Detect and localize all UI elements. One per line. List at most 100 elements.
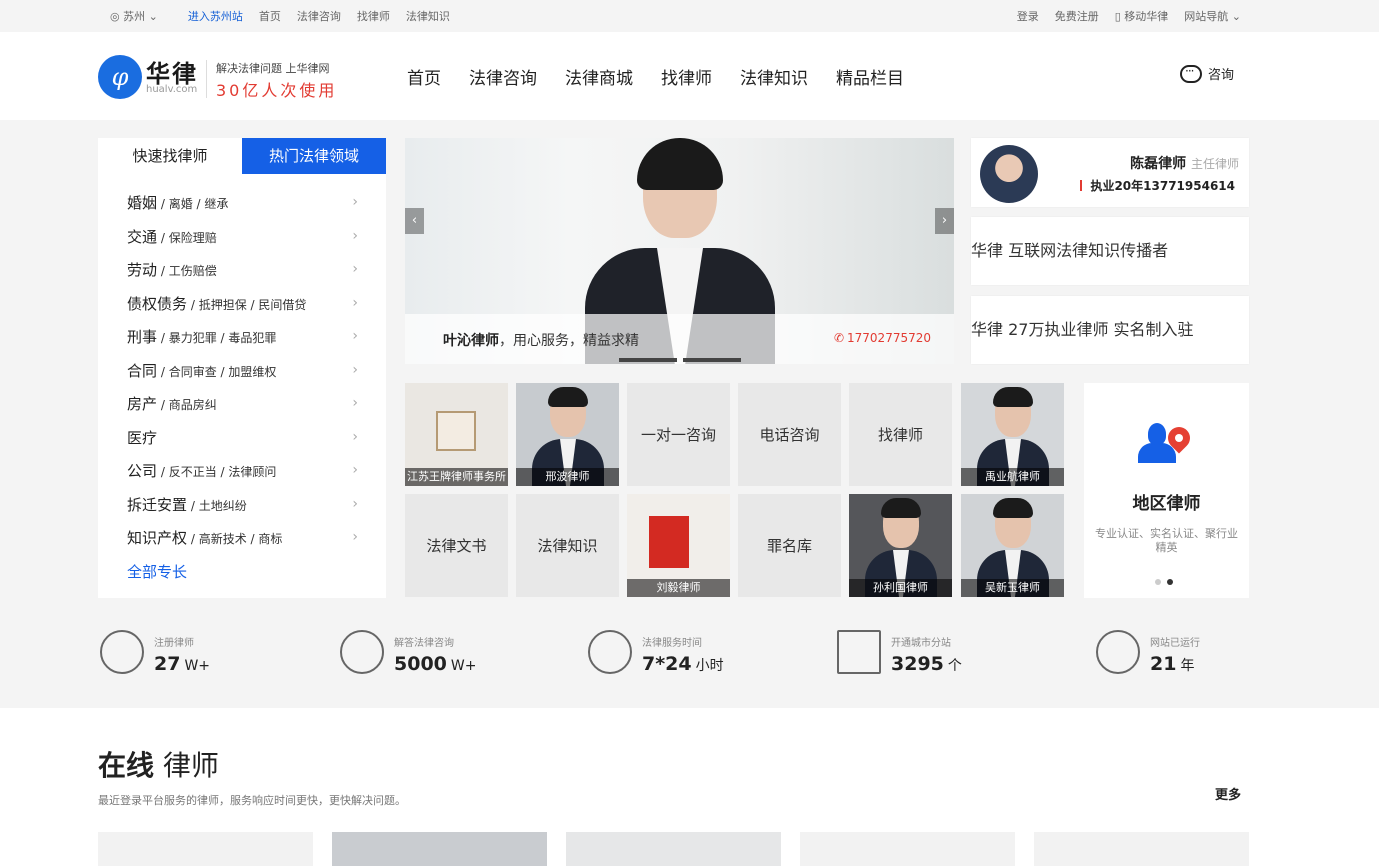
banner-indicators (619, 358, 741, 362)
category-main: 合同 (127, 361, 158, 380)
category-sub: / 商品房纠 (157, 398, 217, 412)
banner-prev-button[interactable]: ‹ (405, 208, 424, 234)
stat-unit: W+ (184, 658, 211, 674)
site-nav-link[interactable]: 网站导航 ⌄ (1184, 8, 1241, 24)
top-link-knowledge[interactable]: 法律知识 (406, 8, 450, 24)
online-lawyer-card[interactable] (800, 832, 1015, 866)
category-item-property[interactable]: 房产 / 商品房纠 › (98, 393, 386, 427)
category-sub: / 合同审查 / 加盟维权 (157, 364, 277, 379)
slogan-bottom: 30亿人次使用 (216, 81, 338, 100)
category-main: 公司 (127, 462, 158, 480)
online-lawyers-section: 在线 律师 最近登录平台服务的律师，服务响应时间更快，更快解决问题。 更多 (0, 708, 1379, 866)
category-item-company[interactable]: 公司 / 反不正当 / 法律顾问 › (98, 460, 386, 494)
stat-label: 解答法律咨询 (394, 638, 454, 649)
hero-banner[interactable]: ‹ › 叶沁律师，用心服务，精益求精 ✆ 17702775720 (405, 138, 954, 364)
tile-label: 找律师 (877, 426, 923, 444)
tile-label: 法律文书 (426, 537, 487, 555)
register-link[interactable]: 免费注册 (1055, 8, 1099, 24)
nav-home[interactable]: 首页 (407, 64, 441, 89)
promo-card-2[interactable]: 华律 27万执业律师 实名制入驻 (971, 296, 1249, 364)
online-lawyer-card[interactable] (1034, 832, 1249, 866)
city-name: 苏州 (123, 10, 146, 23)
category-item-criminal[interactable]: 刑事 / 暴力犯罪 / 毒品犯罪 › (98, 326, 386, 360)
category-main: 债权债务 (127, 294, 188, 313)
nav-mall[interactable]: 法律商城 (565, 64, 633, 89)
category-item-debt[interactable]: 债权债务 / 抵押担保 / 民间借贷 › (98, 293, 386, 327)
chevron-right-icon: › (352, 361, 358, 378)
banner-next-button[interactable]: › (935, 208, 954, 234)
top-link-find-lawyer[interactable]: 找律师 (357, 8, 390, 24)
nav-consult[interactable]: 法律咨询 (469, 64, 537, 89)
main-nav: 首页 法律咨询 法律商城 找律师 法律知识 精品栏目 (407, 64, 904, 89)
chevron-right-icon: › (352, 428, 358, 445)
consult-button[interactable]: 咨询 (1180, 64, 1234, 83)
login-link[interactable]: 登录 (1017, 8, 1039, 24)
banner-lawyer-name: 叶沁律师 (443, 333, 499, 349)
tile-law-firm[interactable]: 江苏王牌律师事务所 (405, 383, 508, 486)
stat-label: 注册律师 (154, 638, 194, 649)
category-item-contract[interactable]: 合同 / 合同审查 / 加盟维权 › (98, 360, 386, 394)
section-desc: 最近登录平台服务的律师，服务响应时间更快，更快解决问题。 (98, 794, 406, 807)
online-lawyer-card[interactable] (98, 832, 313, 866)
category-sub: / 土地纠纷 (187, 498, 247, 513)
phone-icon: ✆ (833, 331, 845, 345)
category-item-marriage[interactable]: 婚姻 / 离婚 / 继承 › (98, 192, 386, 226)
banner-dot[interactable] (619, 358, 677, 362)
mobile-link[interactable]: ▯ 移动华律 (1115, 8, 1169, 24)
category-item-medical[interactable]: 医疗 › (98, 427, 386, 461)
stat-unit: 小时 (695, 658, 724, 674)
tile-knowledge[interactable]: 法律知识 (516, 494, 619, 597)
tile-documents[interactable]: 法律文书 (405, 494, 508, 597)
city-selector[interactable]: ◎ 苏州 ⌄ (110, 8, 158, 24)
tile-lawyer-yu[interactable]: 禹业航律师 (961, 383, 1064, 486)
chevron-right-icon: › (352, 495, 358, 512)
region-dot[interactable] (1167, 579, 1173, 585)
tile-caption: 江苏王牌律师事务所 (405, 468, 508, 486)
tile-lawyer-sun[interactable]: 孙利国律师 (849, 494, 952, 597)
tab-quick-find[interactable]: 快速找律师 (98, 138, 242, 174)
category-main: 医疗 (127, 428, 158, 447)
category-main: 劳动 (127, 261, 158, 279)
category-main: 拆迁安置 (127, 495, 188, 514)
category-item-demolition[interactable]: 拆迁安置 / 土地纠纷 › (98, 494, 386, 528)
promo-card-1[interactable]: 华律 互联网法律知识传播者 (971, 217, 1249, 285)
category-sub: / 抵押担保 / 民间借贷 (187, 297, 307, 312)
all-specialties-link[interactable]: 全部专长 (98, 561, 386, 582)
tile-phone-consult[interactable]: 电话咨询 (738, 383, 841, 486)
tile-crimes[interactable]: 罪名库 (738, 494, 841, 597)
header: φ 华律 hualv.com 解决法律问题 上华律网 30亿人次使用 首页 法律… (0, 32, 1379, 120)
top-link-home[interactable]: 首页 (259, 8, 281, 24)
enter-city-link[interactable]: 进入苏州站 (188, 8, 243, 24)
category-sub: / 离婚 / 继承 (157, 197, 229, 211)
category-item-traffic[interactable]: 交通 / 保险理赔 › (98, 226, 386, 260)
tile-find-lawyer[interactable]: 找律师 (849, 383, 952, 486)
nav-find-lawyer[interactable]: 找律师 (661, 64, 712, 89)
tile-lawyer-xingbo[interactable]: 邢波律师 (516, 383, 619, 486)
online-lawyer-card[interactable] (566, 832, 781, 866)
more-link[interactable]: 更多 (1215, 784, 1241, 803)
nav-featured[interactable]: 精品栏目 (836, 64, 904, 89)
banner-phone[interactable]: ✆ 17702775720 (834, 331, 934, 345)
category-item-ip[interactable]: 知识产权 / 高新技术 / 商标 › (98, 527, 386, 561)
banner-dot[interactable] (683, 358, 741, 362)
top-link-consult[interactable]: 法律咨询 (297, 8, 341, 24)
region-title: 地区律师 (1132, 494, 1201, 514)
logo-icon[interactable]: φ (98, 55, 142, 99)
tile-one-on-one[interactable]: 一对一咨询 (627, 383, 730, 486)
category-item-labor[interactable]: 劳动 / 工伤赔偿 › (98, 259, 386, 293)
tab-hot-areas[interactable]: 热门法律领域 (242, 138, 386, 174)
firm-logo-icon (436, 411, 476, 451)
tile-lawyer-wu[interactable]: 吴新玉律师 (961, 494, 1064, 597)
category-sub: / 工伤赔偿 (157, 264, 217, 278)
tile-label: 电话咨询 (759, 426, 820, 444)
featured-lawyer-card[interactable]: 陈磊律师 主任律师 执业20年13771954614 (971, 138, 1249, 207)
tile-lawyer-liuyi[interactable]: 刘毅律师 (627, 494, 730, 597)
online-lawyer-card[interactable] (332, 832, 547, 866)
region-lawyer-card[interactable]: 地区律师 专业认证、实名认证、聚行业精英 (1084, 383, 1249, 598)
banner-tagline: ，用心服务，精益求精 (499, 333, 639, 349)
section-title: 在线 律师 (98, 744, 219, 784)
nav-knowledge[interactable]: 法律知识 (740, 64, 808, 89)
region-dot[interactable] (1155, 579, 1161, 585)
chevron-right-icon: › (352, 328, 358, 344)
category-sub: / 暴力犯罪 / 毒品犯罪 (157, 331, 277, 345)
